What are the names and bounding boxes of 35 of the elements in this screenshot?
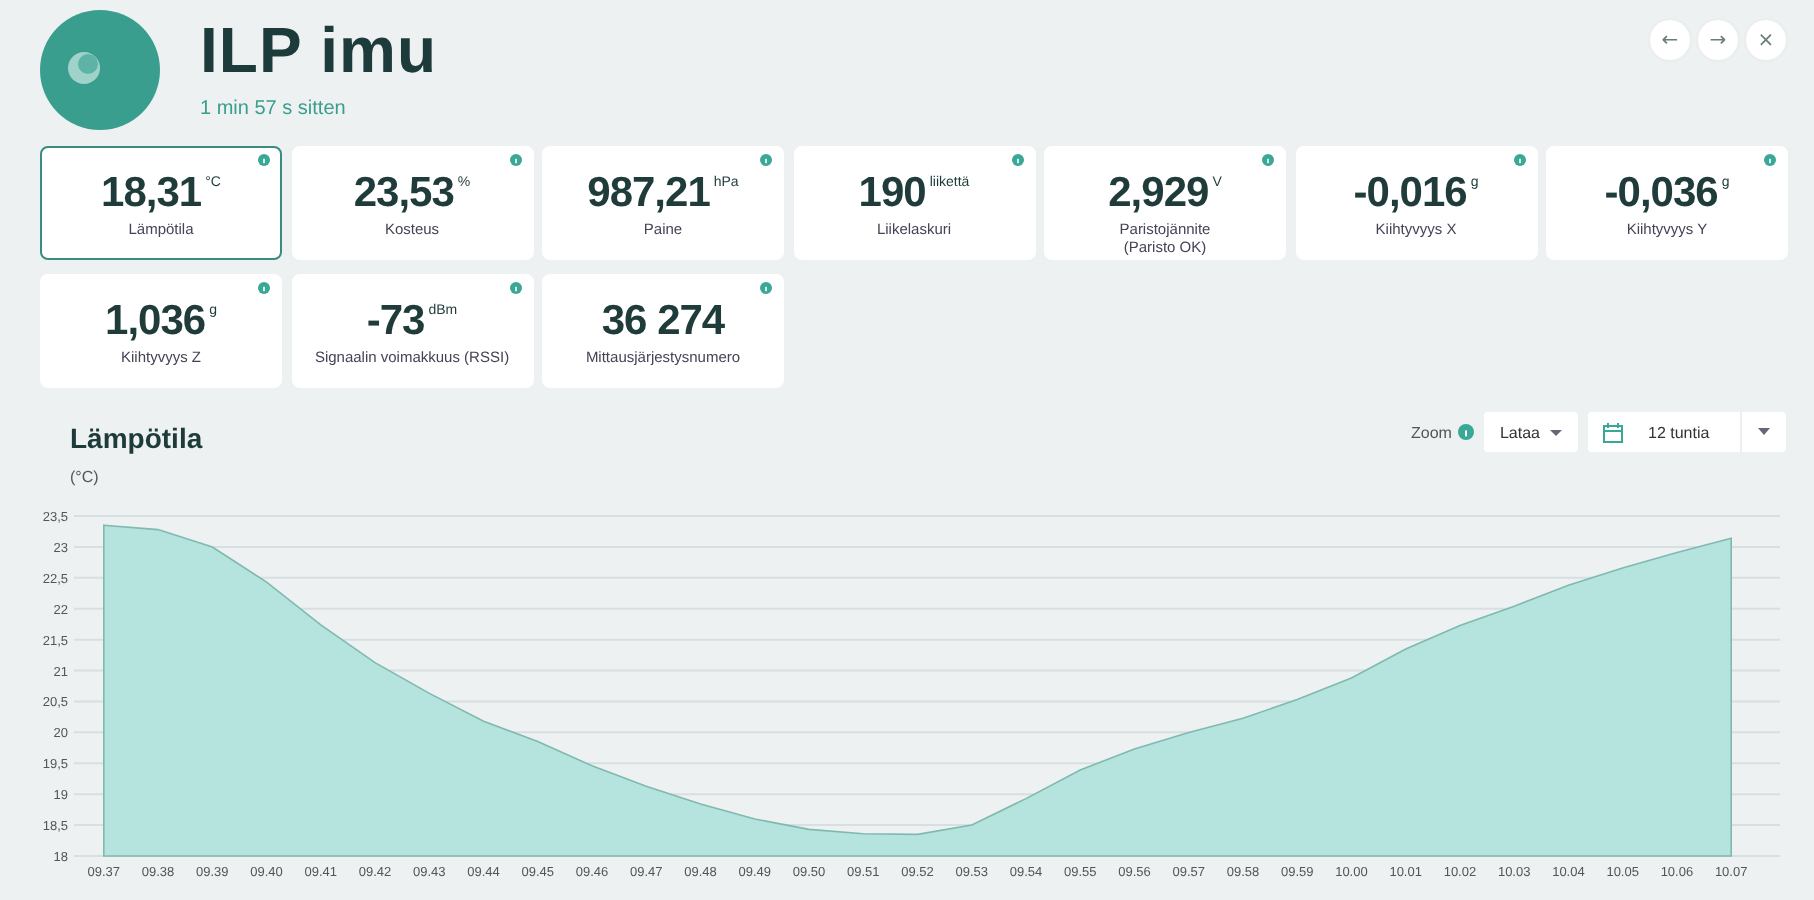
sensor-value: 36 274 — [601, 299, 725, 343]
info-icon[interactable] — [509, 281, 521, 293]
calendar-icon — [1602, 421, 1624, 443]
download-button[interactable]: Lataa — [1483, 412, 1578, 452]
zoom-label: Zoom — [1411, 423, 1452, 441]
sensor-value: -73 — [366, 299, 425, 343]
device-title: ILP imu — [200, 12, 437, 90]
sensor-value: 987,21 — [587, 172, 710, 216]
sensor-value: -0,036 — [1604, 172, 1718, 216]
forward-button[interactable]: → — [1698, 20, 1738, 60]
sensor-value: -0,016 — [1353, 172, 1467, 216]
close-button[interactable]: × — [1746, 20, 1786, 60]
info-icon[interactable] — [1764, 154, 1776, 166]
sensor-value: 2,929 — [1108, 172, 1209, 216]
info-icon[interactable] — [1011, 154, 1023, 166]
time-range-dropdown[interactable]: 12 tuntia — [1588, 412, 1786, 452]
device-logo-icon — [40, 10, 160, 130]
info-icon[interactable] — [258, 281, 270, 293]
sensor-value: 190 — [858, 172, 926, 216]
unit-label: (°C) — [70, 468, 101, 486]
back-button[interactable]: ← — [1650, 20, 1690, 60]
info-icon[interactable] — [1513, 154, 1525, 166]
info-icon[interactable] — [1262, 154, 1274, 166]
sensor-value: 23,53 — [353, 172, 454, 216]
sensor-value: 18,31 — [101, 172, 202, 216]
info-icon[interactable] — [509, 154, 521, 166]
info-icon[interactable] — [760, 281, 772, 293]
info-icon[interactable] — [258, 154, 270, 166]
caret-icon — [1758, 428, 1770, 436]
sensor-value: 1,036 — [105, 299, 206, 343]
last-updated-text: 1 min 57 s sitten — [200, 98, 348, 120]
range-value: 12 tuntia — [1648, 423, 1712, 441]
info-icon[interactable] — [1457, 424, 1474, 440]
info-icon[interactable] — [760, 154, 772, 166]
chart-title: Lämpötila — [70, 420, 203, 456]
